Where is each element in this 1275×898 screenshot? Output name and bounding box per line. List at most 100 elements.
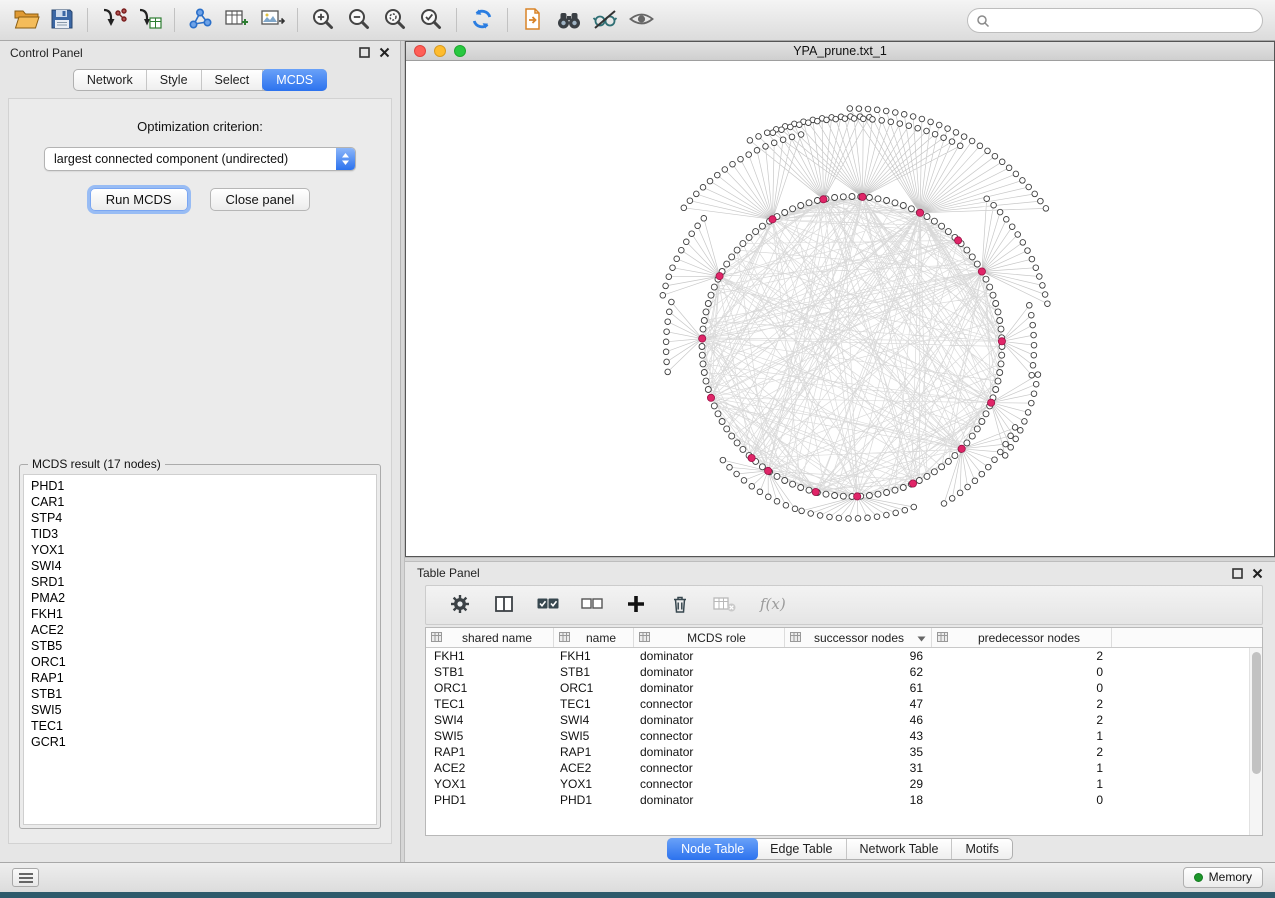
cell-shared-name[interactable]: RAP1	[426, 745, 554, 759]
cell-name[interactable]: FKH1	[554, 649, 634, 663]
table-row[interactable]: SWI4SWI4dominator462	[426, 712, 1262, 728]
cell-name[interactable]: STB1	[554, 665, 634, 679]
mcds-result-item[interactable]: TEC1	[31, 718, 369, 734]
zoom-out-button[interactable]	[341, 3, 377, 37]
table-row[interactable]: TEC1TEC1connector472	[426, 696, 1262, 712]
cell-role[interactable]: connector	[634, 777, 785, 791]
mcds-result-item[interactable]: FKH1	[31, 606, 369, 622]
cell-predecessors[interactable]: 2	[932, 697, 1112, 711]
column-header-mcds-role[interactable]: MCDS role	[634, 628, 785, 647]
run-mcds-button[interactable]: Run MCDS	[90, 188, 188, 211]
cell-shared-name[interactable]: TEC1	[426, 697, 554, 711]
close-panel-button[interactable]: Close panel	[210, 188, 311, 211]
mcds-result-item[interactable]: PMA2	[31, 590, 369, 606]
table-scrollbar[interactable]	[1249, 648, 1262, 835]
mcds-result-item[interactable]: SWI5	[31, 702, 369, 718]
cell-role[interactable]: connector	[634, 697, 785, 711]
deselect-all-button[interactable]	[580, 592, 604, 618]
cell-name[interactable]: SWI4	[554, 713, 634, 727]
cell-role[interactable]: dominator	[634, 681, 785, 695]
scrollbar-thumb[interactable]	[1252, 652, 1261, 774]
zoom-selected-button[interactable]	[413, 3, 449, 37]
mcds-result-item[interactable]: STB1	[31, 686, 369, 702]
float-panel-icon[interactable]	[1232, 568, 1243, 579]
window-zoom-button[interactable]	[454, 45, 466, 57]
status-menu-button[interactable]	[12, 868, 39, 887]
cell-predecessors[interactable]: 1	[932, 777, 1112, 791]
cell-name[interactable]: YOX1	[554, 777, 634, 791]
cell-predecessors[interactable]: 0	[932, 665, 1112, 679]
table-row[interactable]: ACE2ACE2connector311	[426, 760, 1262, 776]
cell-predecessors[interactable]: 0	[932, 793, 1112, 807]
memory-button[interactable]: Memory	[1183, 867, 1263, 888]
network-view[interactable]	[406, 61, 1274, 556]
tab-node-table[interactable]: Node Table	[667, 838, 758, 860]
cell-shared-name[interactable]: STB1	[426, 665, 554, 679]
cell-successors[interactable]: 31	[785, 761, 932, 775]
add-row-button[interactable]	[624, 592, 648, 618]
cell-predecessors[interactable]: 2	[932, 745, 1112, 759]
cell-successors[interactable]: 62	[785, 665, 932, 679]
mcds-result-item[interactable]: SWI4	[31, 558, 369, 574]
cell-shared-name[interactable]: SWI5	[426, 729, 554, 743]
show-eye-button[interactable]	[623, 3, 659, 37]
table-row[interactable]: PHD1PHD1dominator180	[426, 792, 1262, 808]
mcds-result-item[interactable]: ACE2	[31, 622, 369, 638]
cell-role[interactable]: dominator	[634, 713, 785, 727]
cell-role[interactable]: dominator	[634, 793, 785, 807]
cell-successors[interactable]: 61	[785, 681, 932, 695]
window-minimize-button[interactable]	[434, 45, 446, 57]
cell-successors[interactable]: 29	[785, 777, 932, 791]
cell-name[interactable]: ACE2	[554, 761, 634, 775]
cell-shared-name[interactable]: SWI4	[426, 713, 554, 727]
table-row[interactable]: STB1STB1dominator620	[426, 664, 1262, 680]
tab-style[interactable]: Style	[147, 70, 202, 90]
cell-role[interactable]: dominator	[634, 665, 785, 679]
cell-predecessors[interactable]: 2	[932, 649, 1112, 663]
zoom-fit-button[interactable]	[377, 3, 413, 37]
mcds-result-item[interactable]: ORC1	[31, 654, 369, 670]
cell-name[interactable]: SWI5	[554, 729, 634, 743]
export-graphics-button[interactable]	[254, 3, 290, 37]
table-row[interactable]: FKH1FKH1dominator962	[426, 648, 1262, 664]
cell-predecessors[interactable]: 1	[932, 761, 1112, 775]
mcds-result-item[interactable]: SRD1	[31, 574, 369, 590]
float-panel-icon[interactable]	[359, 47, 370, 58]
mcds-result-list[interactable]: PHD1CAR1STP4TID3YOX1SWI4SRD1PMA2FKH1ACE2…	[23, 474, 377, 825]
cell-shared-name[interactable]: PHD1	[426, 793, 554, 807]
tab-motifs[interactable]: Motifs	[952, 839, 1011, 859]
mcds-result-item[interactable]: YOX1	[31, 542, 369, 558]
mcds-result-item[interactable]: STP4	[31, 510, 369, 526]
cell-successors[interactable]: 47	[785, 697, 932, 711]
zoom-in-button[interactable]	[305, 3, 341, 37]
cell-role[interactable]: connector	[634, 729, 785, 743]
tab-network[interactable]: Network	[74, 70, 147, 90]
mcds-result-item[interactable]: CAR1	[31, 494, 369, 510]
criterion-dropdown[interactable]: largest connected component (undirected)	[44, 147, 356, 171]
mcds-result-item[interactable]: STB5	[31, 638, 369, 654]
binoculars-search-button[interactable]	[551, 3, 587, 37]
settings-gear-button[interactable]	[448, 592, 472, 618]
close-panel-icon[interactable]	[1252, 568, 1263, 579]
mcds-result-item[interactable]: TID3	[31, 526, 369, 542]
import-network-button[interactable]	[95, 3, 131, 37]
mcds-result-item[interactable]: RAP1	[31, 670, 369, 686]
import-table-button[interactable]	[131, 3, 167, 37]
cell-role[interactable]: dominator	[634, 649, 785, 663]
mcds-result-item[interactable]: PHD1	[31, 478, 369, 494]
search-input[interactable]	[967, 8, 1263, 33]
cell-predecessors[interactable]: 1	[932, 729, 1112, 743]
cell-predecessors[interactable]: 2	[932, 713, 1112, 727]
cell-shared-name[interactable]: FKH1	[426, 649, 554, 663]
cell-role[interactable]: connector	[634, 761, 785, 775]
hide-glasses-button[interactable]	[587, 3, 623, 37]
column-header-shared-name[interactable]: shared name	[426, 628, 554, 647]
window-close-button[interactable]	[414, 45, 426, 57]
network-from-selection-button[interactable]	[182, 3, 218, 37]
new-table-button[interactable]	[218, 3, 254, 37]
cell-successors[interactable]: 35	[785, 745, 932, 759]
refresh-button[interactable]	[464, 3, 500, 37]
cell-successors[interactable]: 96	[785, 649, 932, 663]
table-row[interactable]: SWI5SWI5connector431	[426, 728, 1262, 744]
delete-row-button[interactable]	[668, 592, 692, 618]
